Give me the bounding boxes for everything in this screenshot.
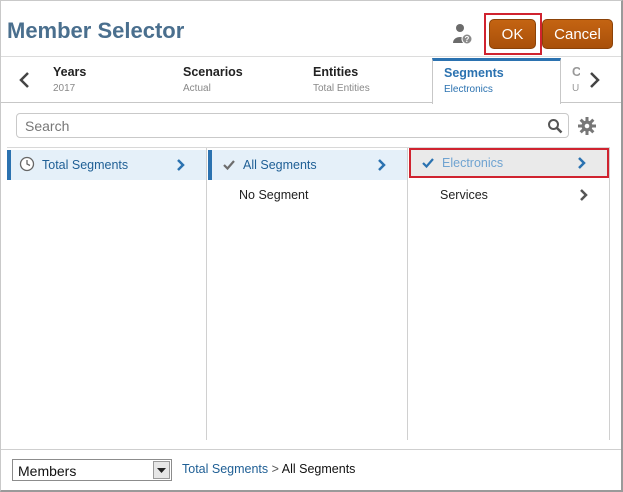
search-icon[interactable] — [547, 118, 563, 134]
list-item-label: Services — [440, 188, 488, 202]
checkmark-icon — [223, 160, 235, 171]
breadcrumb-separator: > — [271, 462, 279, 476]
member-column-2: All Segments No Segment — [208, 148, 408, 440]
tab-scenarios[interactable]: Scenarios Actual — [183, 58, 303, 103]
tab-entities[interactable]: Entities Total Entities — [313, 58, 423, 103]
breadcrumb-current: All Segments — [281, 462, 356, 476]
checkmark-icon — [422, 158, 434, 169]
list-item-all-segments[interactable]: All Segments — [208, 150, 407, 180]
tab-name: Entities — [313, 65, 359, 79]
chevron-right-icon[interactable] — [577, 156, 587, 170]
chevron-left-icon[interactable] — [15, 68, 35, 92]
view-select[interactable]: Members — [12, 459, 172, 481]
list-item-label: Electronics — [442, 156, 504, 170]
tab-value: Total Entities — [313, 83, 370, 94]
tab-value: 2017 — [53, 83, 76, 94]
tab-segments[interactable]: Segments Electronics — [432, 58, 561, 104]
breadcrumb-link[interactable]: Total Segments — [182, 462, 268, 476]
list-item-label: Total Segments — [42, 158, 129, 172]
dialog-footer: Members Total Segments > All Segments — [1, 449, 621, 491]
tab-name: Segments — [444, 66, 504, 80]
list-item-label: No Segment — [239, 188, 309, 202]
member-column-1: Total Segments — [7, 148, 207, 440]
dialog-title: Member Selector — [7, 18, 185, 43]
tab-value: Electronics — [444, 84, 493, 95]
dialog-header: Member Selector ? OK Cancel — [1, 1, 621, 57]
chevron-right-icon[interactable] — [584, 68, 604, 92]
search-box — [16, 113, 569, 138]
ok-button[interactable]: OK — [489, 19, 536, 49]
tab-name: Scenarios — [183, 65, 243, 79]
chevron-right-icon[interactable] — [579, 188, 589, 202]
list-item-electronics[interactable]: Electronics — [409, 148, 609, 178]
tab-name: C — [572, 65, 580, 79]
tab-value: Actual — [183, 83, 211, 94]
dimension-tabs: Years 2017 Scenarios Actual Entities Tot… — [1, 58, 621, 104]
search-input[interactable] — [23, 117, 543, 135]
cancel-button[interactable]: Cancel — [542, 19, 613, 49]
member-selector-dialog: Member Selector ? OK Cancel Years 2017 S… — [0, 0, 623, 492]
chevron-right-icon[interactable] — [176, 158, 186, 172]
user-help-icon[interactable]: ? — [453, 23, 473, 45]
tab-next-partial[interactable]: C U — [572, 58, 580, 103]
chevron-right-icon[interactable] — [377, 158, 387, 172]
list-item-total-segments[interactable]: Total Segments — [7, 150, 206, 180]
gear-icon[interactable] — [577, 116, 597, 136]
svg-text:?: ? — [465, 35, 470, 44]
member-column-3: Electronics Services — [409, 148, 610, 440]
breadcrumb: Total Segments > All Segments — [182, 462, 355, 476]
tab-name: Years — [53, 65, 87, 79]
tab-years[interactable]: Years 2017 — [53, 58, 173, 103]
member-columns: Total Segments All Segments No Segment E… — [7, 147, 610, 440]
tab-value: U — [572, 83, 580, 94]
list-item-label: All Segments — [243, 158, 317, 172]
list-item-services[interactable]: Services — [409, 180, 609, 210]
view-select-value: Members — [18, 463, 77, 479]
dropdown-button[interactable] — [153, 461, 170, 479]
clock-icon — [19, 156, 35, 172]
list-item-no-segment[interactable]: No Segment — [208, 180, 407, 210]
chevron-down-icon — [157, 468, 166, 473]
